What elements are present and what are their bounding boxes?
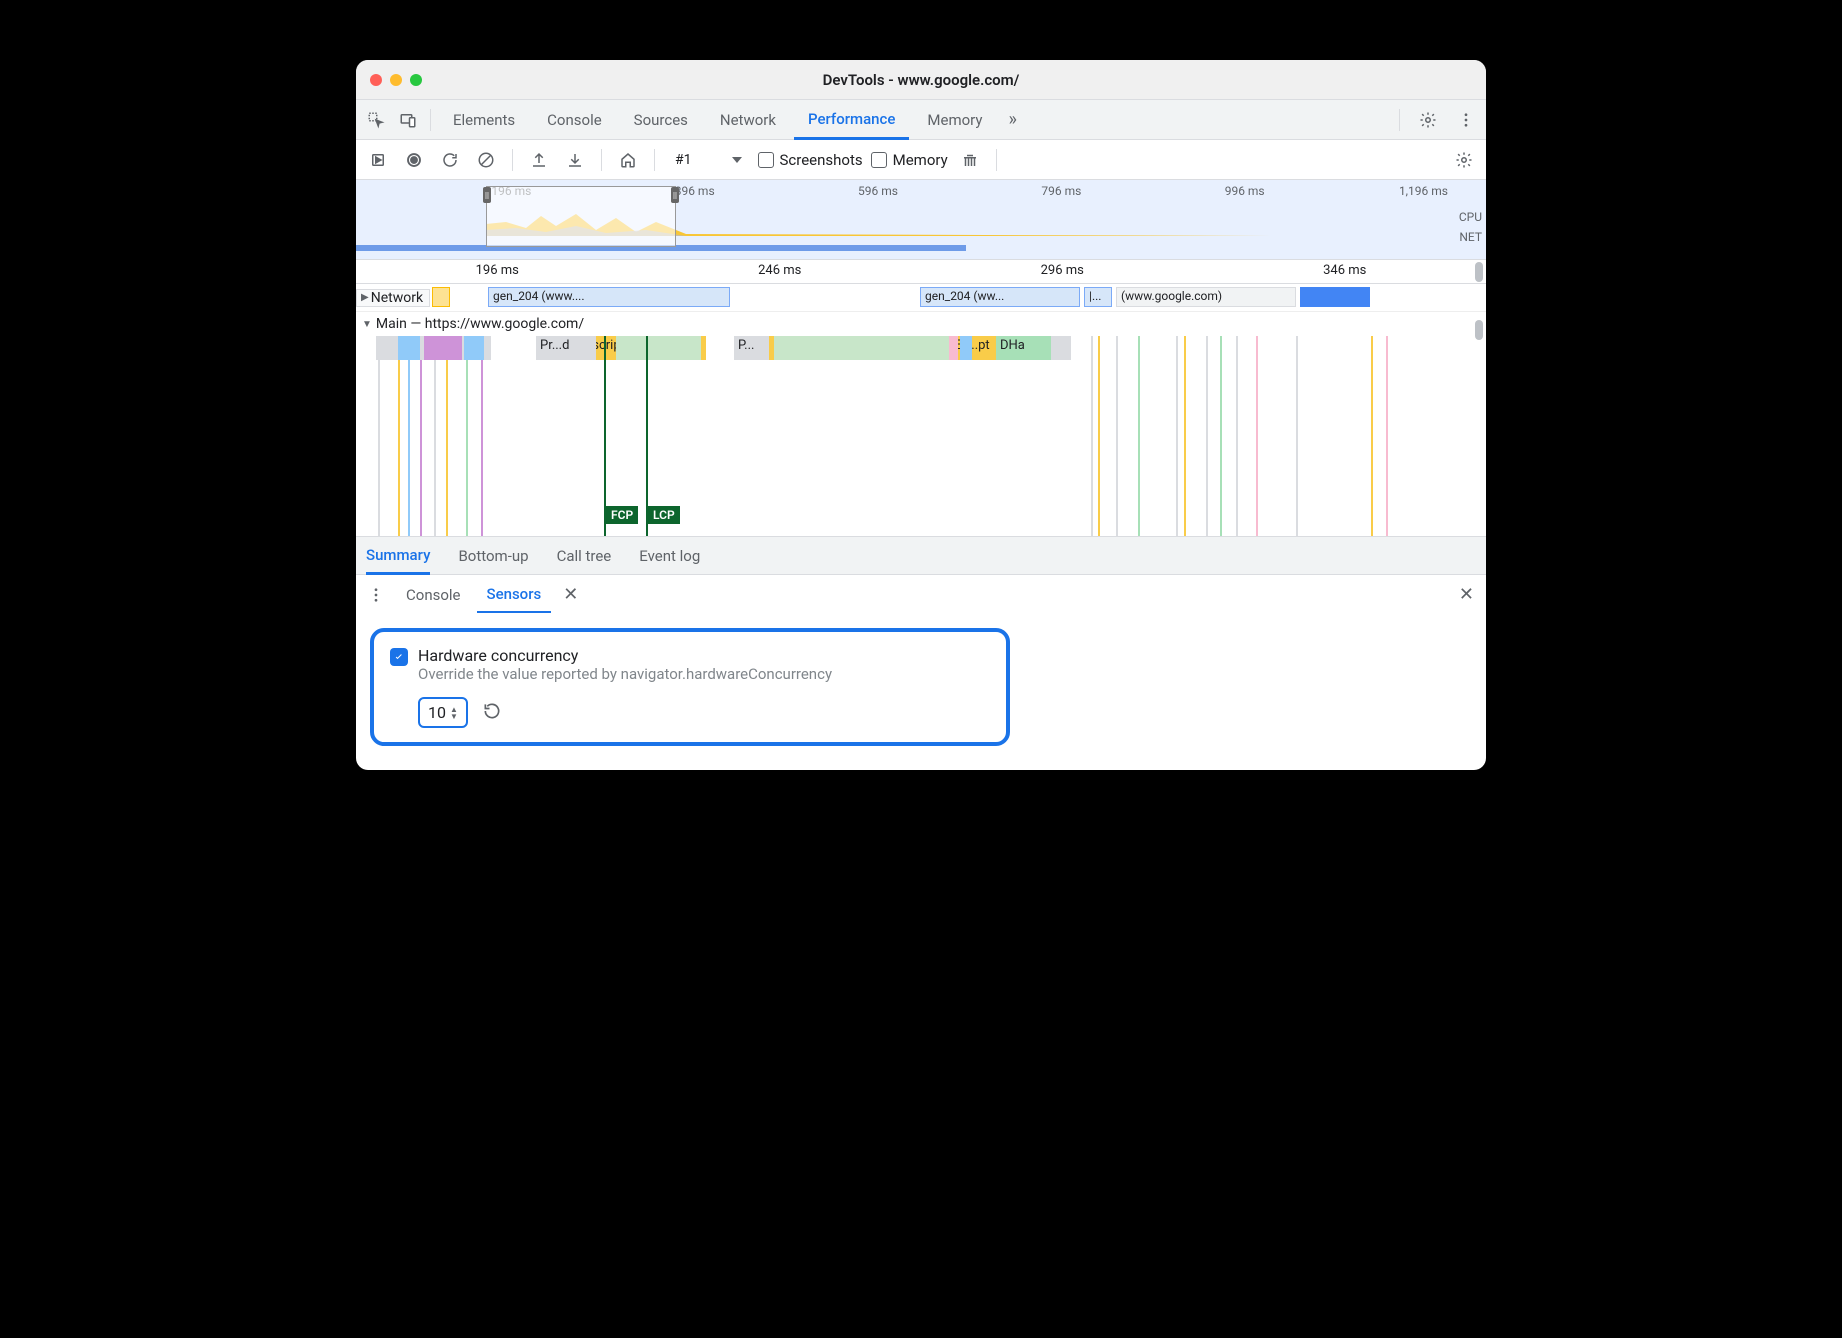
flame-block[interactable] (464, 336, 484, 360)
settings-icon[interactable] (1414, 106, 1442, 134)
performance-toolbar: #1 Screenshots Memory (356, 140, 1486, 180)
network-request[interactable]: |... (1084, 287, 1112, 307)
network-track-header[interactable]: ▶ Network (356, 289, 430, 307)
tab-network[interactable]: Network (706, 100, 790, 140)
network-request[interactable] (1300, 287, 1370, 307)
record-icon[interactable] (400, 146, 428, 174)
chevron-down-icon (732, 157, 742, 163)
divider (430, 109, 431, 131)
hardware-concurrency-section: Hardware concurrency Override the value … (370, 628, 1010, 746)
tab-call-tree[interactable]: Call tree (557, 539, 612, 573)
flame-background-bars (356, 336, 1486, 536)
devtools-window: DevTools - www.google.com/ Elements Cons… (356, 60, 1486, 770)
flame-block[interactable] (424, 336, 462, 360)
network-request[interactable] (432, 287, 450, 307)
checkbox-icon (758, 152, 774, 168)
hardware-concurrency-value: 10 (428, 703, 446, 722)
overview-labels: CPU NET (1459, 210, 1482, 244)
flame-block[interactable] (960, 336, 972, 360)
window-title: DevTools - www.google.com/ (356, 71, 1486, 89)
screenshots-checkbox[interactable]: Screenshots (758, 151, 863, 169)
expand-down-icon: ▼ (362, 319, 372, 330)
close-drawer-icon[interactable]: ✕ (1453, 584, 1480, 605)
hardware-concurrency-description: Override the value reported by navigator… (418, 665, 832, 683)
selection-handle-right[interactable]: || (671, 187, 679, 203)
divider (1399, 109, 1400, 131)
tab-sources[interactable]: Sources (620, 100, 702, 140)
divider (996, 149, 997, 171)
window-zoom-button[interactable] (410, 74, 422, 86)
expand-right-icon: ▶ (361, 292, 369, 303)
titlebar: DevTools - www.google.com/ (356, 60, 1486, 100)
device-toolbar-icon[interactable] (394, 106, 422, 134)
reload-icon[interactable] (436, 146, 464, 174)
drawer-tabstrip: Console Sensors ✕ ✕ (356, 574, 1486, 614)
flame-block[interactable]: DHa (996, 336, 1051, 360)
kebab-menu-icon[interactable] (362, 581, 390, 609)
toggle-record-icon[interactable] (364, 146, 392, 174)
garbage-collect-icon[interactable] (956, 146, 984, 174)
drawer-tab-console[interactable]: Console (396, 578, 471, 612)
tab-elements[interactable]: Elements (439, 100, 529, 140)
flame-block[interactable] (620, 336, 695, 360)
tab-performance[interactable]: Performance (794, 100, 909, 140)
timeline-ruler: 196 ms246 ms296 ms346 ms (356, 260, 1486, 284)
capture-settings-icon[interactable] (1450, 146, 1478, 174)
clear-icon[interactable] (472, 146, 500, 174)
network-request[interactable]: gen_204 (www.... (488, 287, 730, 307)
home-icon[interactable] (614, 146, 642, 174)
hardware-concurrency-title: Hardware concurrency (418, 646, 832, 665)
recording-selector-label: #1 (675, 152, 692, 168)
divider (512, 149, 513, 171)
flame-block[interactable] (778, 336, 933, 360)
network-track-body[interactable]: gen_204 (www.... gen_204 (ww... |... (ww… (430, 284, 1486, 312)
sensors-panel: Hardware concurrency Override the value … (356, 614, 1486, 770)
divider (601, 149, 602, 171)
recording-selector[interactable]: #1 (667, 148, 750, 172)
timeline-overview[interactable]: 196 ms396 ms596 ms796 ms996 ms1,196 ms C… (356, 180, 1486, 260)
more-tabs-button[interactable]: » (1000, 109, 1024, 130)
network-request[interactable]: gen_204 (ww... (920, 287, 1080, 307)
flame-chart[interactable]: Task Task Task Task Evaluate script Ev..… (356, 336, 1486, 536)
tab-event-log[interactable]: Event log (639, 539, 700, 573)
overview-selection[interactable]: || || (486, 186, 676, 247)
tab-summary[interactable]: Summary (366, 538, 430, 575)
tab-memory[interactable]: Memory (913, 100, 996, 140)
memory-checkbox[interactable]: Memory (871, 151, 948, 169)
upload-icon[interactable] (525, 146, 553, 174)
traffic-lights (356, 74, 422, 86)
close-tab-icon[interactable]: ✕ (557, 584, 584, 605)
selection-handle-left[interactable]: || (483, 187, 491, 203)
network-track-row: ▶ Network gen_204 (www.... gen_204 (ww..… (356, 284, 1486, 312)
hardware-concurrency-checkbox[interactable] (390, 648, 408, 666)
tab-console[interactable]: Console (533, 100, 616, 140)
download-icon[interactable] (561, 146, 589, 174)
network-request[interactable]: (www.google.com) (1116, 287, 1296, 307)
flame-block[interactable] (398, 336, 420, 360)
flame-block[interactable]: Pr...d (536, 336, 596, 360)
main-tabstrip: Elements Console Sources Network Perform… (356, 100, 1486, 140)
flame-block[interactable]: P... (734, 336, 769, 360)
tab-bottom-up[interactable]: Bottom-up (458, 539, 528, 573)
hardware-concurrency-stepper[interactable]: 10 ▲▼ (418, 697, 468, 728)
checkbox-icon (871, 152, 887, 168)
kebab-menu-icon[interactable] (1452, 106, 1480, 134)
bottom-tabstrip: Summary Bottom-up Call tree Event log (356, 536, 1486, 574)
drawer-tab-sensors[interactable]: Sensors (477, 577, 552, 613)
window-close-button[interactable] (370, 74, 382, 86)
stepper-arrows-icon[interactable]: ▲▼ (450, 706, 458, 720)
main-track-header[interactable]: ▼ Main — https://www.google.com/ (356, 312, 1486, 336)
fcp-marker[interactable]: FCP (606, 506, 638, 524)
reset-icon[interactable] (482, 701, 502, 725)
inspect-element-icon[interactable] (362, 106, 390, 134)
divider (654, 149, 655, 171)
lcp-marker[interactable]: LCP (648, 506, 680, 524)
window-minimize-button[interactable] (390, 74, 402, 86)
